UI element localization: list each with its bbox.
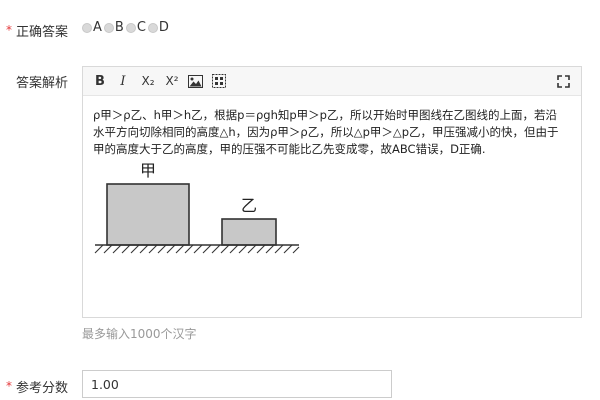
subscript-button[interactable]: X₂ xyxy=(139,72,157,90)
label-yi: 乙 xyxy=(241,196,257,215)
editor-toolbar: B I X₂ X² xyxy=(83,67,581,96)
insert-image-button[interactable] xyxy=(187,72,203,90)
block-jia xyxy=(106,183,190,246)
option-label: A xyxy=(93,20,102,35)
required-mark: * xyxy=(6,379,12,393)
table-icon xyxy=(212,74,226,88)
label-jia: 甲 xyxy=(140,161,156,180)
radio-icon[interactable] xyxy=(125,22,136,33)
answer-option-c[interactable]: C xyxy=(125,20,146,35)
italic-button[interactable]: I xyxy=(116,72,130,90)
answer-label: 正确答案 xyxy=(16,25,69,40)
pressure-figure: 甲 乙 xyxy=(93,159,303,281)
required-mark: * xyxy=(6,23,12,37)
analysis-label: 答案解析 xyxy=(16,76,69,91)
editor-content[interactable]: ρ甲＞ρ乙、h甲＞h乙，根据p＝ρgh知p甲＞p乙，所以开始时甲图线在乙图线的上… xyxy=(93,107,573,158)
score-input[interactable] xyxy=(82,370,392,398)
option-label: C xyxy=(136,20,146,35)
insert-table-button[interactable] xyxy=(211,72,227,90)
option-label: B xyxy=(114,20,124,35)
image-icon xyxy=(187,74,203,88)
answer-option-d[interactable]: D xyxy=(147,20,169,35)
answer-radio-group: A B C D xyxy=(82,20,171,35)
blocks-diagram: 甲 乙 xyxy=(94,161,300,254)
bold-button[interactable]: B xyxy=(93,72,107,90)
option-label: D xyxy=(158,20,169,35)
block-yi xyxy=(221,218,277,246)
answer-option-a[interactable]: A xyxy=(82,20,102,35)
char-limit-hint: 最多输入1000个汉字 xyxy=(82,327,197,341)
radio-icon[interactable] xyxy=(147,22,158,33)
radio-icon[interactable] xyxy=(103,22,114,33)
content-line: ρ甲＞ρ乙、h甲＞h乙，根据p＝ρgh知p甲＞p乙，所以开始时甲图线在乙图线的上… xyxy=(93,108,557,122)
ground-hatch xyxy=(94,244,300,254)
radio-icon[interactable] xyxy=(82,22,92,33)
content-line: 甲的高度大于乙的高度，甲的压强不可能比乙先变成零，故ABC错误，D正确. xyxy=(93,142,486,156)
fullscreen-icon xyxy=(556,74,570,88)
fullscreen-button[interactable] xyxy=(555,72,571,90)
answer-option-b[interactable]: B xyxy=(103,20,124,35)
analysis-editor[interactable]: B I X₂ X² ρ甲＞ρ乙、h甲＞h乙，根据p＝ρgh知p甲＞p乙，所以开始… xyxy=(82,66,582,318)
content-line: 水平方向切除相同的高度△h，因为ρ甲＞ρ乙，所以△p甲＞△p乙，甲压强减小的快，… xyxy=(93,125,559,139)
superscript-button[interactable]: X² xyxy=(163,72,181,90)
score-label: 参考分数 xyxy=(16,381,69,396)
